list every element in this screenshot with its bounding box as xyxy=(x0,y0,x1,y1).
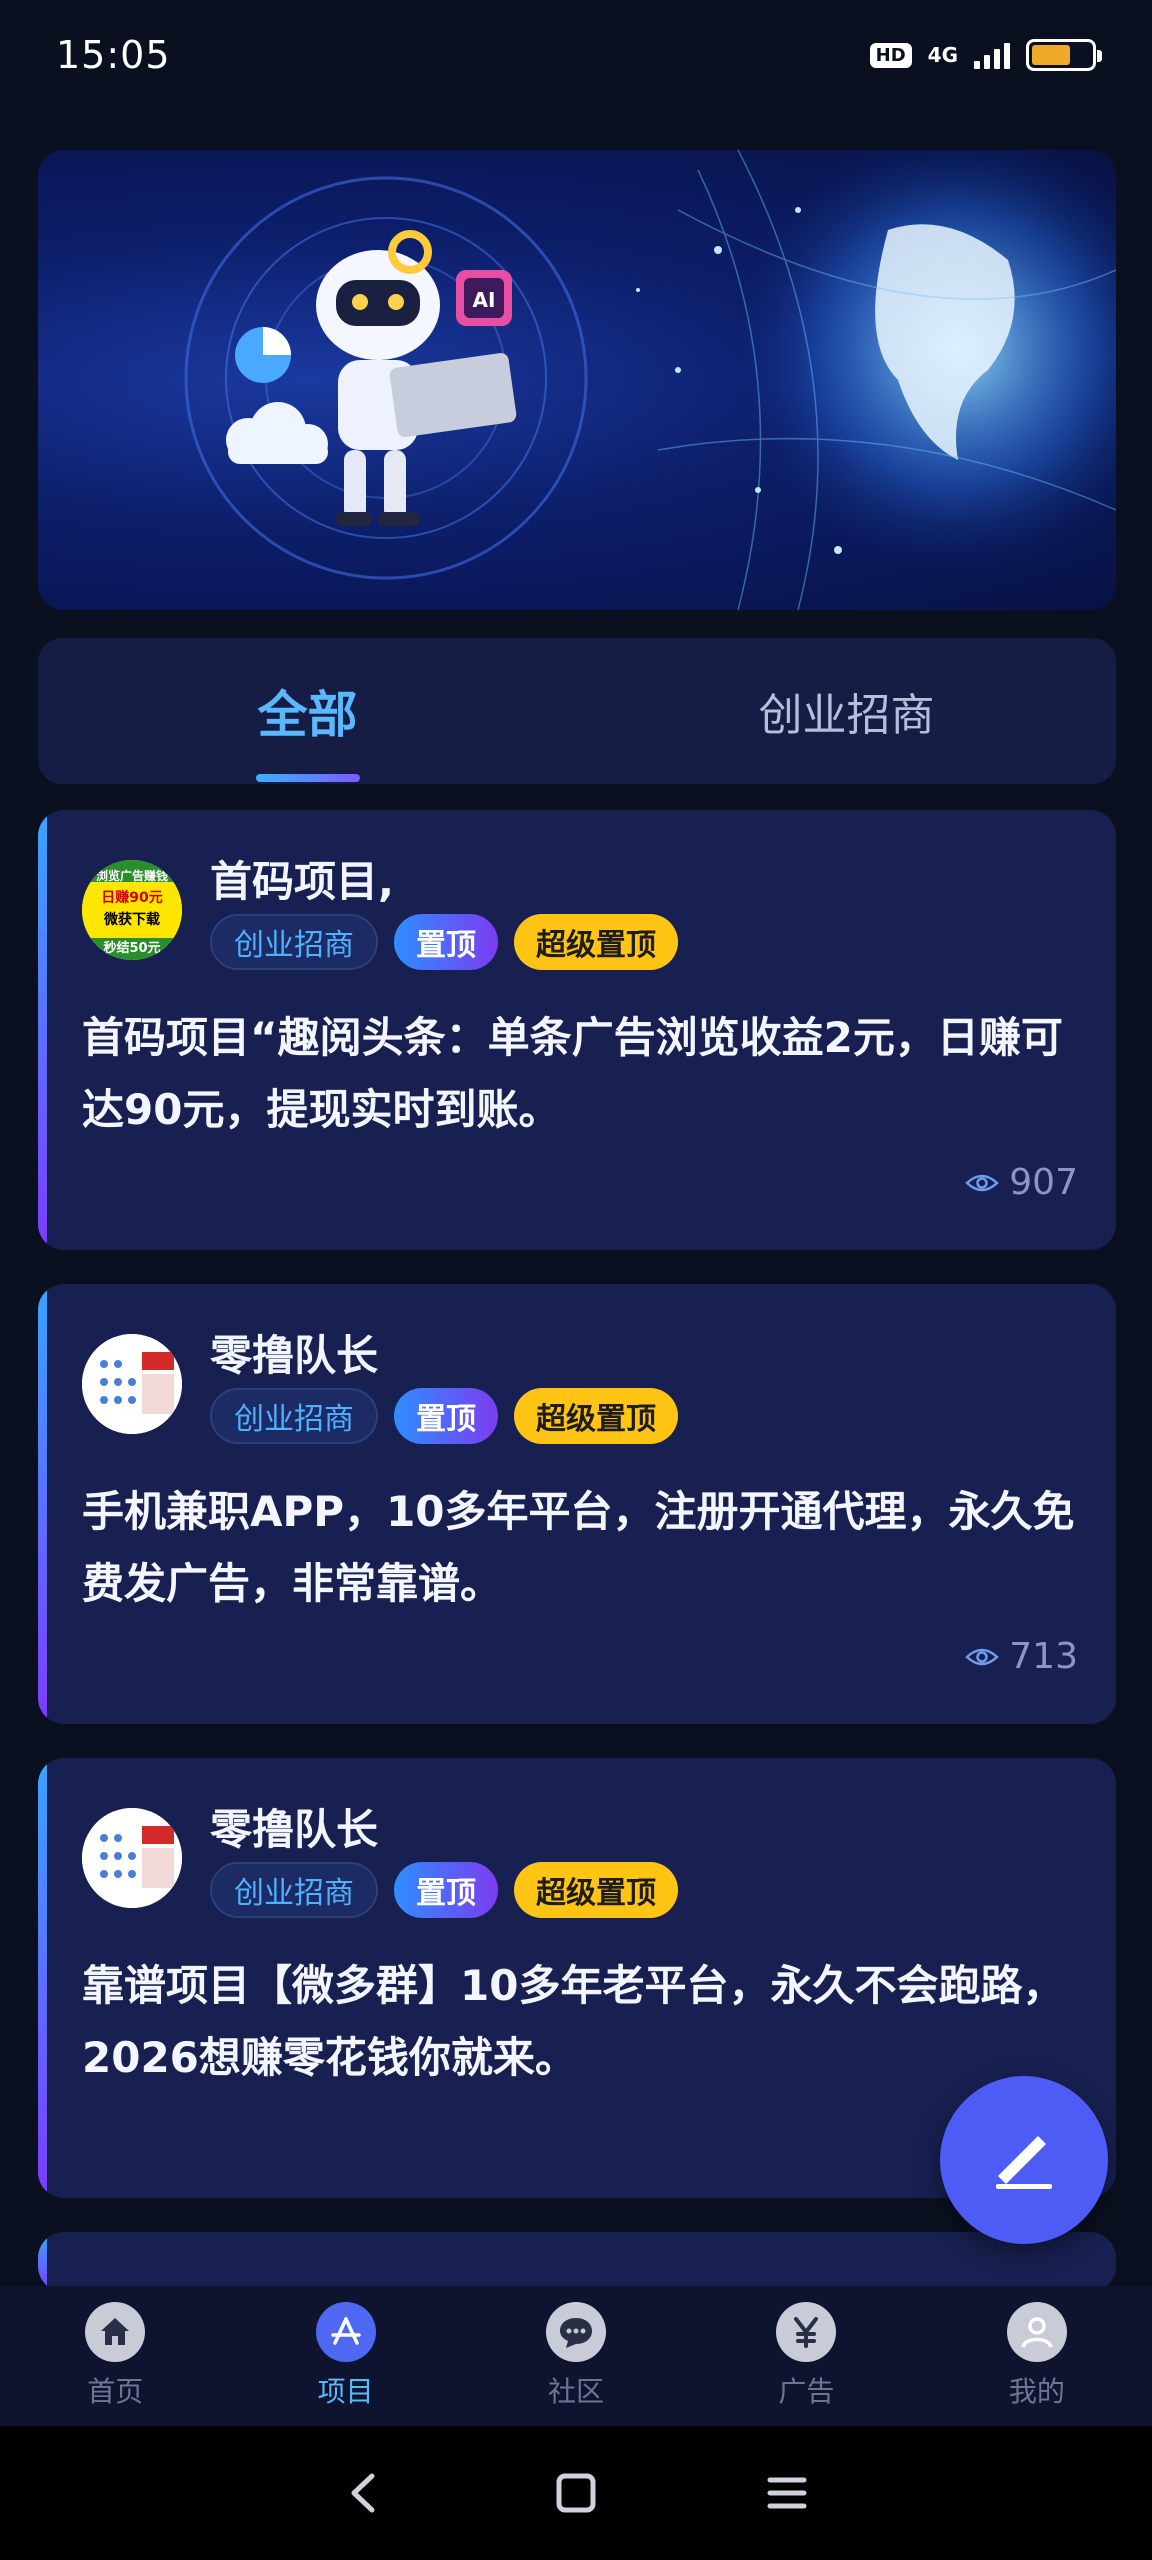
tag-category[interactable]: 创业招商 xyxy=(210,1388,378,1444)
avatar[interactable] xyxy=(82,1334,182,1434)
pencil-icon xyxy=(996,2136,1052,2189)
card-accent-bar xyxy=(38,1758,47,2198)
nav-community[interactable]: 社区 xyxy=(461,2286,691,2426)
svg-text:日赚90元: 日赚90元 xyxy=(101,889,162,906)
system-nav-bar xyxy=(0,2426,1152,2560)
battery-level xyxy=(1032,45,1070,65)
view-count: 713 xyxy=(1009,1636,1078,1677)
post-tags: 创业招商 置顶 超级置顶 xyxy=(210,1862,678,1918)
nav-home[interactable]: 首页 xyxy=(0,2286,230,2426)
tag-super-pinned: 超级置顶 xyxy=(514,1388,678,1444)
post-card[interactable]: 零撸队长 创业招商 置顶 超级置顶 手机兼职APP，10多年平台，注册开通代理，… xyxy=(38,1284,1116,1724)
post-author: 首码项目, xyxy=(210,857,394,906)
eye-icon xyxy=(965,1648,1000,1665)
tag-category[interactable]: 创业招商 xyxy=(210,914,378,970)
signal-icon xyxy=(974,41,1010,69)
back-icon[interactable] xyxy=(340,2468,390,2518)
post-author: 零撸队长 xyxy=(210,1331,379,1380)
nav-label: 项目 xyxy=(317,2375,374,2408)
eye-icon xyxy=(965,1174,1000,1191)
nav-projects[interactable]: 项目 xyxy=(230,2286,460,2426)
category-tabs: 全部 创业招商 xyxy=(38,638,1116,784)
card-accent-bar xyxy=(38,810,47,1250)
menu-icon[interactable] xyxy=(762,2468,812,2518)
tag-super-pinned: 超级置顶 xyxy=(514,1862,678,1918)
ai-chip-icon: AI xyxy=(456,270,512,326)
bottom-nav: 首页 项目 社区 广告 我的 xyxy=(0,2286,1152,2426)
pie-chart-icon xyxy=(235,327,291,383)
tab-all[interactable]: 全部 xyxy=(38,638,577,784)
nav-label: 我的 xyxy=(1008,2375,1065,2408)
hd-badge: HD xyxy=(869,42,912,68)
post-card[interactable]: 浏览广告赚钱 日赚90元 微获下载 秒结50元 首码项目, 创业招商 置顶 超级… xyxy=(38,810,1116,1250)
active-tab-indicator xyxy=(256,774,360,782)
chat-bubble-icon xyxy=(546,2302,607,2362)
status-time: 15:05 xyxy=(56,33,171,77)
status-bar: 15:05 HD 4G xyxy=(0,0,1152,110)
tag-pinned: 置顶 xyxy=(394,1388,498,1444)
user-icon xyxy=(1006,2302,1067,2362)
tag-category[interactable]: 创业招商 xyxy=(210,1862,378,1918)
home-icon xyxy=(85,2302,146,2362)
hero-banner[interactable]: AI xyxy=(38,150,1116,610)
home-square-icon[interactable] xyxy=(551,2468,601,2518)
compose-button[interactable] xyxy=(940,2076,1108,2244)
status-indicators: HD 4G xyxy=(869,39,1102,71)
nav-label: 广告 xyxy=(778,2375,835,2408)
svg-text:微获下载: 微获下载 xyxy=(103,911,160,928)
cloud-icon xyxy=(226,402,328,464)
post-body: 手机兼职APP，10多年平台，注册开通代理，永久免费发广告，非常靠谱。 xyxy=(82,1487,1075,1608)
nav-ads[interactable]: 广告 xyxy=(691,2286,921,2426)
banner-illustration: AI xyxy=(184,150,1116,610)
post-body: 首码项目“趣阅头条：单条广告浏览收益2元，日赚可达90元，提现实时到账。 xyxy=(82,1013,1063,1134)
tag-pinned: 置顶 xyxy=(394,914,498,970)
nav-label: 社区 xyxy=(548,2375,605,2408)
svg-text:浏览广告赚钱: 浏览广告赚钱 xyxy=(96,868,168,883)
card-accent-bar xyxy=(38,1284,47,1724)
post-body: 靠谱项目【微多群】10多年老平台，永久不会跑路，2026想赚零花钱你就来。 xyxy=(82,1961,1065,2082)
network-type: 4G xyxy=(927,43,958,67)
avatar[interactable]: 浏览广告赚钱 日赚90元 微获下载 秒结50元 xyxy=(82,860,182,960)
yen-icon xyxy=(776,2302,837,2362)
post-views: 713 xyxy=(965,1636,1078,1677)
post-tags: 创业招商 置顶 超级置顶 xyxy=(210,914,678,970)
app-store-icon xyxy=(315,2302,376,2362)
tab-business[interactable]: 创业招商 xyxy=(577,638,1116,784)
post-author: 零撸队长 xyxy=(210,1805,379,1854)
nav-profile[interactable]: 我的 xyxy=(922,2286,1152,2426)
tag-super-pinned: 超级置顶 xyxy=(514,914,678,970)
post-tags: 创业招商 置顶 超级置顶 xyxy=(210,1388,678,1444)
tag-pinned: 置顶 xyxy=(394,1862,498,1918)
card-accent-bar xyxy=(38,2232,47,2292)
svg-text:AI: AI xyxy=(473,288,496,312)
battery-icon xyxy=(1026,39,1102,71)
svg-text:秒结50元: 秒结50元 xyxy=(103,940,160,956)
view-count: 907 xyxy=(1009,1162,1078,1203)
nav-label: 首页 xyxy=(87,2375,144,2408)
post-views: 907 xyxy=(965,1162,1078,1203)
avatar[interactable] xyxy=(82,1808,182,1908)
post-card-partial[interactable] xyxy=(38,2232,1116,2292)
